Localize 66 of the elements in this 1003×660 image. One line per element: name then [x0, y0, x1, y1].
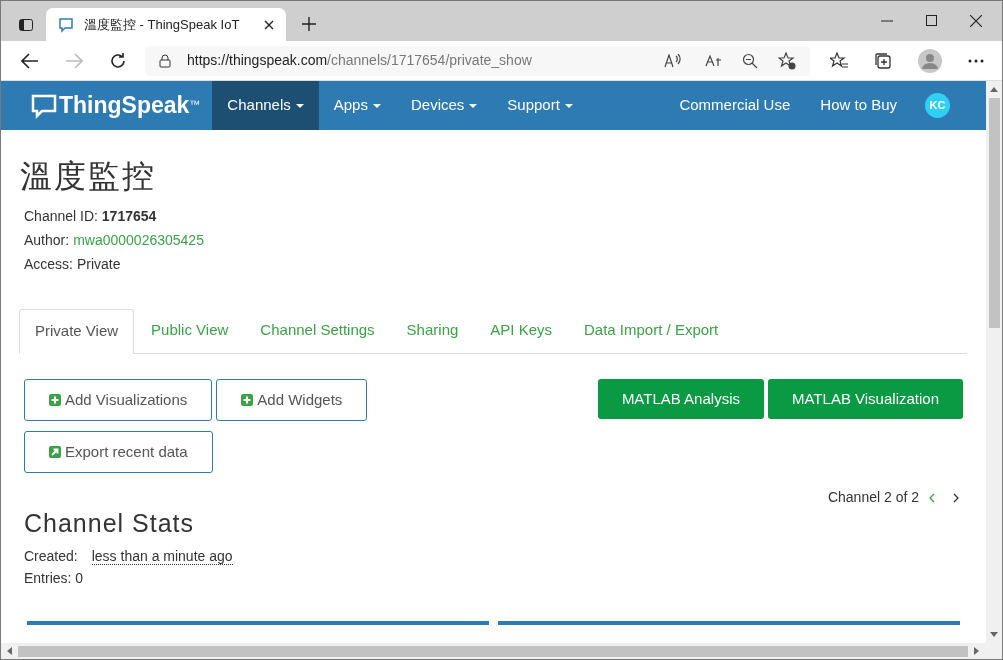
- nav-menu-item[interactable]: Support: [492, 81, 588, 130]
- pager-text: Channel 2 of 2: [827, 488, 919, 507]
- tab[interactable]: Public View: [136, 308, 244, 353]
- tab[interactable]: Data Import / Export: [569, 308, 734, 353]
- tab[interactable]: Sharing: [391, 308, 474, 353]
- scroll-down-icon[interactable]: [990, 632, 998, 637]
- lock-icon: [159, 53, 171, 68]
- profile-avatar-icon[interactable]: [918, 48, 942, 73]
- nav-menu-item[interactable]: Channels: [212, 81, 319, 130]
- tab[interactable]: Private View: [19, 309, 135, 354]
- read-aloud-icon[interactable]: [664, 53, 682, 68]
- plus-icon: [49, 394, 61, 406]
- horizontal-scrollbar[interactable]: [1, 643, 1002, 659]
- speech-bubble-icon: [58, 16, 74, 33]
- refresh-icon[interactable]: [109, 51, 127, 70]
- more-icon[interactable]: [968, 58, 984, 63]
- favorite-add-icon[interactable]: [778, 51, 796, 70]
- section-heading: Channel Stats: [24, 508, 195, 538]
- caret-icon: [564, 103, 573, 108]
- action-button[interactable]: Export recent data: [24, 431, 213, 473]
- scroll-left-icon[interactable]: [7, 647, 12, 655]
- matlab-button[interactable]: MATLAB Visualization: [768, 379, 963, 419]
- action-button[interactable]: Add Visualizations: [24, 379, 213, 421]
- zoom-out-icon[interactable]: [742, 52, 758, 69]
- tab-actions-icon[interactable]: [18, 17, 34, 33]
- close-window-icon[interactable]: [970, 15, 982, 27]
- tab-title: 溫度監控 - ThingSpeak IoT: [84, 15, 241, 34]
- back-icon[interactable]: [21, 52, 39, 69]
- nav-link[interactable]: Commercial Use: [679, 94, 791, 117]
- channel-id-text: Channel ID: 1717654: [24, 207, 157, 226]
- nav-menu-item[interactable]: Devices: [395, 81, 493, 130]
- channel-title: 溫度監控: [20, 157, 156, 196]
- scroll-thumb[interactable]: [988, 98, 1000, 328]
- created-value: less than a minute ago: [91, 547, 233, 565]
- vertical-scrollbar[interactable]: [986, 81, 1002, 643]
- created-label: Created:: [24, 547, 78, 566]
- nav-link[interactable]: How to Buy: [820, 94, 897, 117]
- next-icon[interactable]: [953, 492, 959, 503]
- entries-text: Entries: 0: [24, 569, 84, 588]
- speech-bubble-logo-icon: [31, 92, 57, 119]
- close-icon[interactable]: [264, 19, 274, 30]
- access-text: Access: Private: [24, 255, 121, 274]
- caret-icon: [469, 103, 478, 108]
- browser-tab[interactable]: 溫度監控 - ThingSpeak IoT: [46, 8, 286, 41]
- scroll-right-icon[interactable]: [974, 647, 979, 655]
- scroll-up-icon[interactable]: [990, 87, 998, 92]
- tab[interactable]: Channel Settings: [245, 308, 390, 353]
- address-bar[interactable]: https://thingspeak.com/channels/1717654/private_show: [145, 45, 810, 76]
- action-button[interactable]: Add Widgets: [216, 379, 368, 421]
- scroll-thumb[interactable]: [18, 645, 968, 657]
- brand-logo[interactable]: ThingSpeak$^{™}$: [59, 88, 201, 123]
- new-tab-icon[interactable]: [302, 17, 316, 31]
- collections-icon[interactable]: [874, 51, 892, 70]
- matlab-button[interactable]: MATLAB Analysis: [597, 379, 764, 419]
- author-link[interactable]: mwa0000026305425: [73, 230, 204, 250]
- maximize-icon[interactable]: [926, 15, 937, 26]
- nav-menu-item[interactable]: Apps: [318, 81, 396, 130]
- caret-icon: [372, 103, 381, 108]
- previous-icon[interactable]: [929, 492, 935, 503]
- author-label: Author:: [24, 231, 70, 250]
- url-text: https://thingspeak.com/channels/1717654/private_show: [187, 51, 533, 70]
- plus-icon: [241, 394, 254, 406]
- caret-icon: [295, 103, 304, 108]
- tab[interactable]: API Keys: [475, 308, 567, 353]
- arrow-icon: [49, 446, 61, 458]
- favorites-icon[interactable]: [830, 51, 848, 70]
